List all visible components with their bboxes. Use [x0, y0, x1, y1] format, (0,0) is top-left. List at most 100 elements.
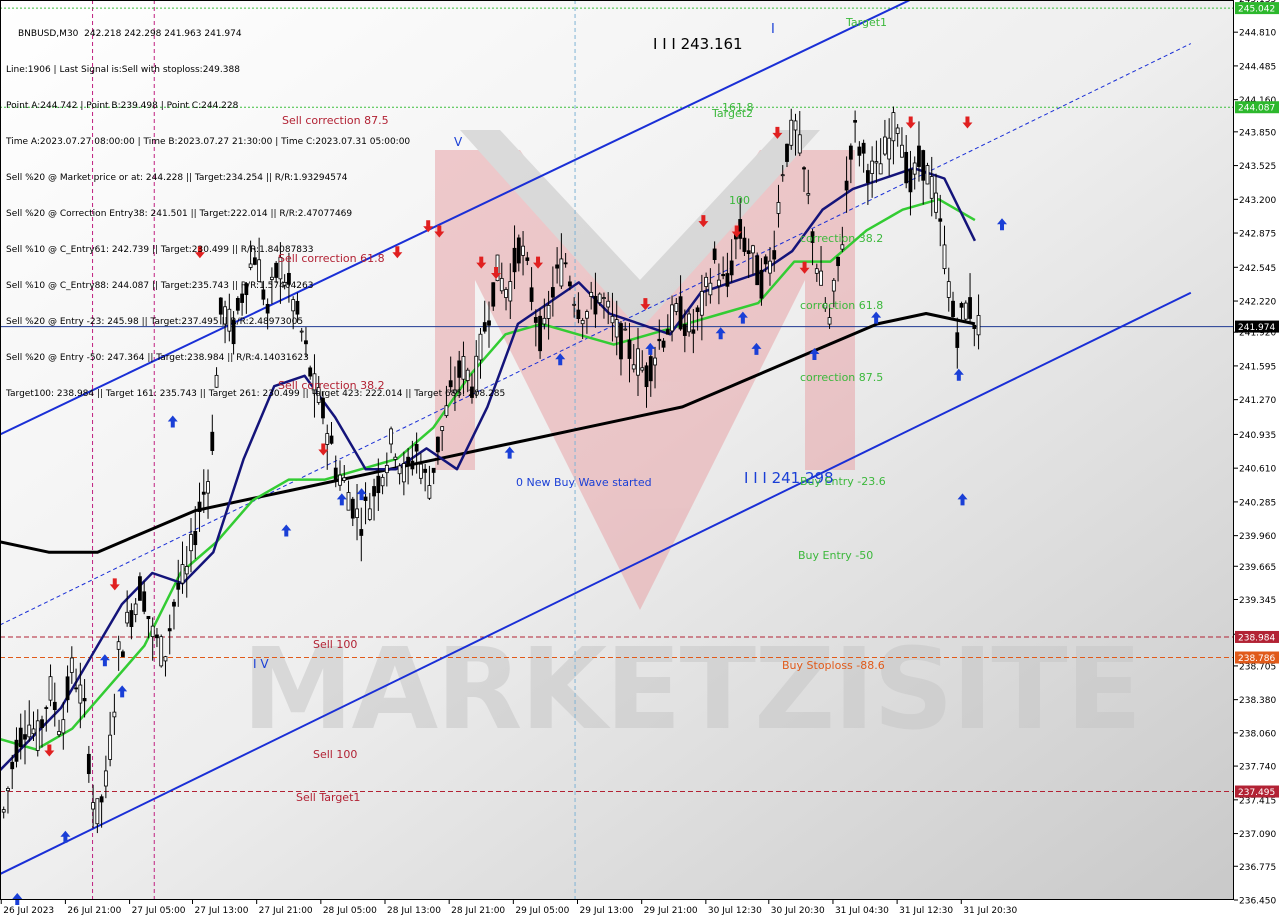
y-tick-label: 241.595 — [1239, 362, 1276, 372]
candle-body — [648, 356, 653, 382]
candle-body — [393, 456, 398, 460]
candle-body — [929, 176, 934, 199]
annotation-label: Buy Entry -23.6 — [800, 475, 886, 488]
y-tick-label: 240.935 — [1239, 431, 1276, 441]
y-tick-label: 243.200 — [1239, 196, 1276, 206]
candle-body — [806, 193, 811, 196]
candle-body — [40, 719, 44, 728]
candle-body — [934, 192, 938, 213]
info-line: Sell %20 @ Market price or at: 244.228 |… — [6, 173, 348, 183]
x-tick-label: 30 Jul 20:30 — [771, 906, 825, 916]
annotation-label: Target2 — [711, 107, 753, 120]
candle-body — [887, 137, 892, 160]
candle-body — [802, 167, 806, 170]
candle-body — [346, 492, 351, 511]
candle-body — [721, 274, 726, 277]
y-tick-label: 242.220 — [1239, 298, 1276, 308]
candle-body — [848, 145, 853, 160]
candle-body — [329, 435, 334, 444]
candle-body — [338, 474, 342, 486]
y-tick-label: 240.610 — [1239, 465, 1276, 475]
candle-body — [670, 304, 674, 332]
candle-body — [333, 467, 338, 480]
candle-body — [602, 297, 606, 299]
candle-body — [48, 676, 53, 701]
candle-body — [691, 329, 696, 334]
candle-body — [746, 250, 751, 254]
y-tick-label: 242.545 — [1239, 264, 1276, 274]
x-tick-label: 29 Jul 05:00 — [515, 906, 569, 916]
candle-body — [372, 486, 376, 497]
candle-body — [606, 300, 611, 308]
candle-body — [436, 436, 440, 453]
candle-body — [972, 324, 977, 329]
candle-body — [895, 127, 900, 134]
annotation-label: Sell 100 — [313, 748, 357, 761]
candle-body — [406, 456, 411, 466]
candle-body — [418, 463, 423, 479]
price-tag-label: 238.786 — [1238, 654, 1275, 664]
candle-body — [359, 529, 364, 536]
y-tick-label: 244.485 — [1239, 62, 1276, 72]
candle-body — [1, 809, 6, 813]
candle-body — [946, 281, 951, 298]
candle-body — [925, 165, 930, 185]
y-tick-label: 236.450 — [1239, 897, 1276, 907]
candle-body — [201, 491, 206, 495]
candle-body — [163, 656, 168, 662]
symbol-line: BNBUSD,M30 242.218 242.298 241.963 241.9… — [18, 29, 242, 39]
candle-body — [738, 219, 743, 239]
candle-body — [729, 260, 734, 276]
candle-body — [742, 237, 747, 252]
candle-body — [99, 796, 104, 803]
candle-body — [172, 601, 176, 607]
info-panel: BNBUSD,M30 242.218 242.298 241.963 241.9… — [6, 4, 505, 412]
candle-body — [129, 610, 134, 627]
x-tick-label: 27 Jul 13:00 — [195, 906, 249, 916]
candle-body — [708, 282, 713, 296]
candle-body — [555, 264, 560, 269]
candle-body — [23, 734, 27, 740]
candle-body — [870, 160, 875, 174]
candle-body — [636, 348, 640, 376]
annotation-label: 100 — [729, 194, 750, 207]
candle-body — [27, 724, 32, 738]
candle-body — [538, 315, 542, 352]
y-tick-label: 242.875 — [1239, 230, 1276, 240]
candle-body — [210, 431, 215, 451]
candle-body — [580, 319, 585, 325]
candle-body — [69, 657, 74, 673]
candle-body — [976, 315, 981, 336]
info-line: Sell %20 @ Entry -23: 245.98 || Target:2… — [6, 317, 304, 327]
candle-body — [921, 150, 926, 181]
candle-body — [661, 340, 666, 348]
candle-body — [533, 317, 538, 323]
candle-body — [103, 770, 108, 787]
info-line: Sell %10 @ C_Entry88: 244.087 || Target:… — [6, 281, 314, 291]
y-tick-label: 244.810 — [1239, 29, 1276, 39]
candle-body — [82, 698, 87, 702]
info-line: Sell %10 @ C_Entry61: 242.739 || Target:… — [6, 245, 314, 255]
candle-body — [900, 144, 904, 158]
candle-body — [367, 508, 372, 520]
candle-body — [563, 262, 568, 265]
time-axis-panel — [0, 900, 1280, 920]
candle-body — [95, 798, 100, 825]
candle-body — [559, 258, 564, 287]
candle-body — [529, 287, 534, 302]
y-tick-label: 240.285 — [1239, 498, 1276, 508]
candle-body — [665, 329, 670, 335]
candle-body — [133, 603, 138, 615]
candle-body — [755, 255, 760, 286]
candle-body — [57, 731, 61, 736]
y-tick-label: 239.960 — [1239, 532, 1276, 542]
candle-body — [831, 279, 836, 292]
annotation-label: Sell 100 — [313, 638, 357, 651]
candle-body — [576, 309, 581, 320]
candle-body — [836, 256, 840, 267]
y-tick-label: 237.090 — [1239, 830, 1276, 840]
annotation-label: Buy Entry -50 — [798, 549, 873, 562]
candle-body — [772, 250, 777, 260]
y-tick-label: 241.270 — [1239, 396, 1276, 406]
candle-body — [525, 257, 530, 261]
